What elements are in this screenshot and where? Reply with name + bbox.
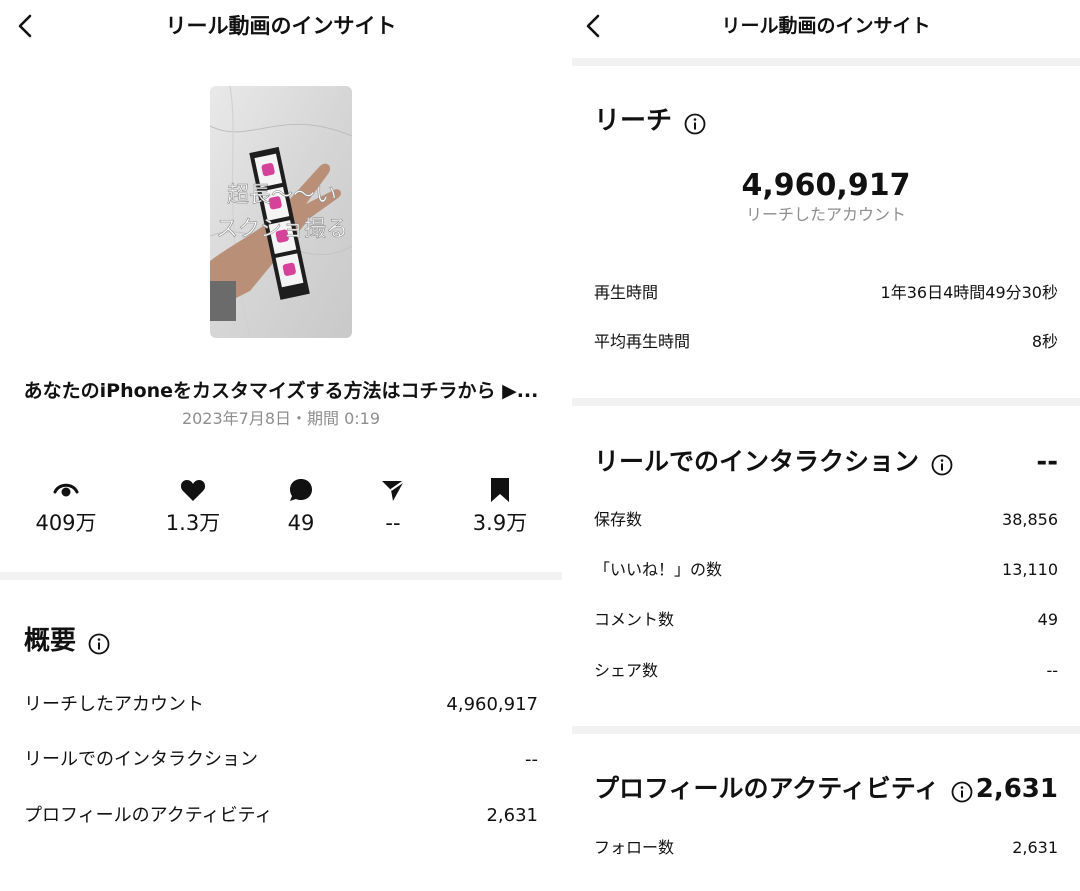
row-label: プロフィールのアクティビティ <box>24 805 273 826</box>
row-label: リーチしたアカウント <box>24 694 204 715</box>
interaction-row-saves: 保存数 38,856 <box>594 508 1058 532</box>
row-value: 2,631 <box>1012 838 1058 857</box>
interactions-total-value: -- <box>1036 447 1058 477</box>
left-insights-screen: リール動画のインサイト 超長〜〜い スクショ撮る あなたのiPhoneをカスタマ… <box>0 0 562 891</box>
info-icon[interactable] <box>931 451 953 476</box>
eye-icon <box>16 476 116 504</box>
row-value: 38,856 <box>1002 510 1058 529</box>
overview-row-reach: リーチしたアカウント 4,960,917 <box>24 693 538 717</box>
overview-row-profile-activity: プロフィールのアクティビティ 2,631 <box>24 804 538 828</box>
reach-title: リーチ <box>594 106 673 136</box>
row-label: 再生時間 <box>594 283 659 302</box>
stat-likes: 1.3万 <box>143 476 243 538</box>
stat-saves: 3.9万 <box>450 476 550 538</box>
reach-total-label: リーチしたアカウント <box>745 205 906 224</box>
profile-row-follows: フォロー数 2,631 <box>594 836 1058 860</box>
row-value: 1年36日4時間49分30秒 <box>880 283 1058 302</box>
row-label: リールでのインタラクション <box>24 749 258 770</box>
nav-bar: リール動画のインサイト <box>0 0 562 56</box>
reach-row-playtime: 再生時間 1年36日4時間49分30秒 <box>594 281 1058 305</box>
interaction-row-shares: シェア数 -- <box>594 659 1058 683</box>
row-value: 49 <box>1037 610 1058 629</box>
row-value: 4,960,917 <box>446 694 538 715</box>
stat-shares: -- <box>343 476 443 538</box>
row-label: シェア数 <box>594 661 659 680</box>
heart-icon <box>143 476 243 504</box>
bookmark-icon <box>450 476 550 504</box>
page-title: リール動画のインサイト <box>165 14 397 38</box>
interaction-row-likes: 「いいね！」の数 13,110 <box>594 558 1058 582</box>
thumbnail-overlay-line2: スクショ撮る <box>216 217 348 242</box>
reach-total-value: 4,960,917 <box>741 168 911 203</box>
page-title: リール動画のインサイト <box>721 15 931 37</box>
section-divider <box>572 398 1080 406</box>
stat-comments-value: 49 <box>287 511 315 535</box>
stat-plays-value: 409万 <box>35 511 97 535</box>
reel-thumbnail[interactable]: 超長〜〜い スクショ撮る <box>210 86 352 338</box>
row-label: フォロー数 <box>594 838 675 857</box>
reach-total: 4,960,917 リーチしたアカウント <box>572 168 1080 226</box>
stat-likes-value: 1.3万 <box>165 511 221 535</box>
stat-comments: 49 <box>251 476 351 538</box>
row-label: 保存数 <box>594 510 643 529</box>
thumbnail-overlay-line1: 超長〜〜い <box>227 183 337 208</box>
reel-thumbnail-image: 超長〜〜い スクショ撮る <box>210 86 352 338</box>
row-value: -- <box>525 749 538 770</box>
interactions-title: リールでのインタラクション <box>594 447 920 476</box>
info-icon[interactable] <box>951 778 973 803</box>
stat-shares-value: -- <box>385 511 401 535</box>
reel-caption: あなたのiPhoneをカスタマイズする方法はコチラから ▶... <box>23 380 539 402</box>
profile-activity-title: プロフィールのアクティビティ <box>594 774 940 803</box>
row-value: 2,631 <box>486 805 538 826</box>
row-label: コメント数 <box>594 610 675 629</box>
row-label: 平均再生時間 <box>594 332 691 351</box>
overview-header: 概要 <box>24 624 110 658</box>
comment-icon <box>251 476 351 504</box>
row-value: 8秒 <box>1031 332 1058 351</box>
reach-row-avg-playtime: 平均再生時間 8秒 <box>594 330 1058 354</box>
profile-activity-header: プロフィールのアクティビティ <box>594 772 973 806</box>
section-divider <box>0 572 562 580</box>
stat-plays: 409万 <box>16 476 116 538</box>
overview-title: 概要 <box>24 626 77 656</box>
nav-bar: リール動画のインサイト <box>572 0 1080 56</box>
stat-saves-value: 3.9万 <box>472 511 528 535</box>
row-value: 13,110 <box>1002 560 1058 579</box>
reach-header: リーチ <box>594 104 706 138</box>
share-icon <box>343 476 443 504</box>
profile-activity-total-value: 2,631 <box>975 774 1058 804</box>
interactions-header: リールでのインタラクション <box>594 445 953 479</box>
reel-date: 2023年7月8日・期間 0:19 <box>181 409 381 428</box>
info-icon[interactable] <box>684 110 706 135</box>
section-divider <box>572 726 1080 734</box>
overview-row-interactions: リールでのインタラクション -- <box>24 748 538 772</box>
screen-gap <box>562 0 572 891</box>
info-icon[interactable] <box>88 630 110 655</box>
section-divider <box>572 58 1080 66</box>
right-insights-screen: リール動画のインサイト リーチ 4,960,917 リーチしたアカウント 再生時… <box>572 0 1080 891</box>
row-value: -- <box>1046 661 1058 680</box>
interaction-row-comments: コメント数 49 <box>594 608 1058 632</box>
row-label: 「いいね！」の数 <box>594 560 723 579</box>
